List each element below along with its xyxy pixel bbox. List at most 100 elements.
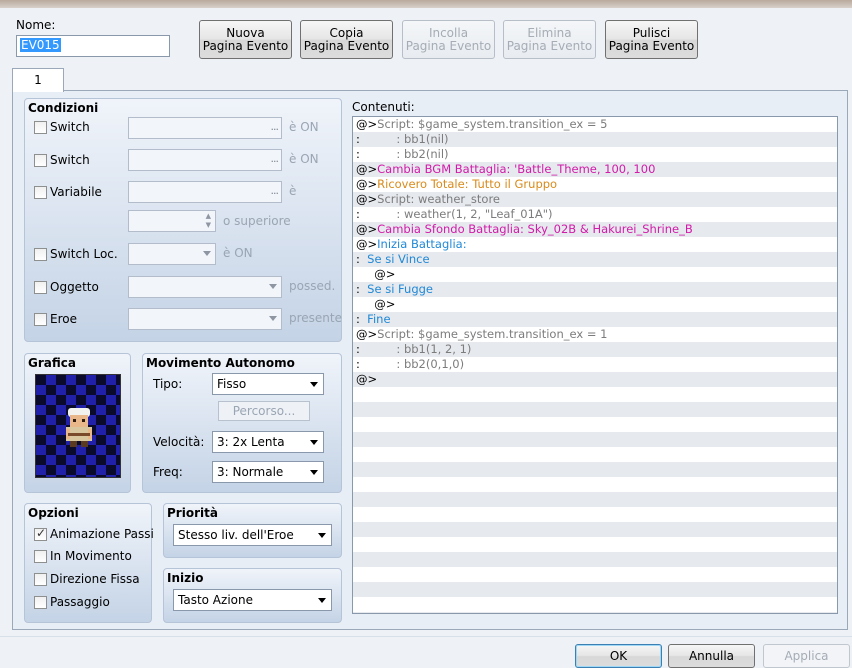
command-text: Fine [359,312,391,326]
through-checkbox[interactable] [34,596,47,609]
conditions-title: Condizioni [28,101,99,115]
command-row[interactable]: : : bb1(1, 2, 1) [353,342,837,357]
command-row[interactable]: : : bb1(nil) [353,132,837,147]
variable-checkbox[interactable] [34,186,47,199]
ok-button[interactable]: OK [575,644,662,668]
type-label: Tipo: [153,377,183,391]
trigger-title: Inizio [167,571,204,585]
empty-row [353,612,837,613]
command-row[interactable]: : : weather(1, 2, "Leaf_01A") [353,207,837,222]
route-button[interactable]: Percorso... [218,401,310,421]
command-row[interactable]: @>Script: weather_store [353,192,837,207]
event-commands-list[interactable]: @>Script: $game_system.transition_ex = 5… [352,116,838,614]
command-row[interactable]: @>Cambia Sfondo Battaglia: Sky_02B & Hak… [353,222,837,237]
command-text: @> [356,267,396,281]
options-title: Opzioni [28,506,79,520]
type-select[interactable]: Fisso [212,373,324,395]
walk-anim-label: Animazione Passi [50,527,154,541]
direction-fix-checkbox[interactable] [34,573,47,586]
trigger-select[interactable]: Tasto Azione [173,589,332,611]
self-switch-checkbox[interactable] [34,248,47,261]
tab-page-1[interactable]: 1 [12,68,64,92]
trigger-value: Tasto Azione [178,593,253,607]
self-switch-combo[interactable] [128,243,216,265]
command-row[interactable]: : : bb2(0,1,0) [353,357,837,372]
chevron-down-icon [269,316,277,321]
name-label: Nome: [16,18,56,32]
empty-row [353,417,837,432]
clear-page-button[interactable]: Pulisci Pagina Evento [605,20,698,59]
command-row[interactable]: @>Ricovero Totale: Tutto il Gruppo [353,177,837,192]
through-label: Passaggio [50,595,110,609]
walk-anim-checkbox[interactable] [34,526,47,541]
switch2-checkbox[interactable] [34,154,47,167]
item-checkbox[interactable] [34,281,47,294]
empty-row [353,447,837,462]
command-text: Cambia Sfondo Battaglia: Sky_02B & Hakur… [377,222,693,236]
command-row[interactable]: : Fine [353,312,837,327]
command-text: Script: weather_store [377,192,500,206]
variable-dots: ... [270,184,279,197]
empty-row [353,507,837,522]
actor-combo[interactable] [128,308,282,330]
command-prefix: @> [356,327,378,341]
empty-row [353,582,837,597]
variable-suffix: è [289,184,297,198]
copy-page-label1: Copia [329,26,364,40]
speed-select[interactable]: 3: 2x Lenta [212,431,324,453]
copy-page-label2: Pagina Evento [303,39,390,53]
command-row[interactable]: @>Cambia BGM Battaglia: 'Battle_Theme, 1… [353,162,837,177]
freq-label: Freq: [153,465,183,479]
priority-select[interactable]: Stesso liv. dell'Eroe [173,524,332,546]
direction-fix-label: Direzione Fissa [50,572,140,586]
paste-page-label1: Incolla [428,26,469,40]
step-anim-checkbox[interactable] [34,550,47,563]
empty-row [353,477,837,492]
empty-row [353,552,837,567]
command-text: Script: $game_system.transition_ex = 1 [377,327,608,341]
paste-page-button[interactable]: Incolla Pagina Evento [402,20,495,59]
event-graphic-preview[interactable] [35,374,121,478]
empty-row [353,597,837,612]
freq-select[interactable]: 3: Normale [212,461,324,483]
command-prefix: @> [356,237,378,251]
delete-page-button[interactable]: Elimina Pagina Evento [503,20,596,59]
chevron-down-icon [269,284,277,289]
empty-row [353,537,837,552]
command-row[interactable]: : Se si Fugge [353,282,837,297]
item-combo[interactable] [128,276,282,298]
command-row[interactable]: @>Inizia Battaglia: [353,237,837,252]
apply-button[interactable]: Applica [763,644,850,668]
stepper-up-icon[interactable]: ▲ [206,212,211,220]
command-row[interactable]: @>Script: $game_system.transition_ex = 5 [353,117,837,132]
stepper-down-icon[interactable]: ▼ [206,221,211,229]
command-prefix: @> [356,117,378,131]
delete-page-label1: Elimina [527,26,572,40]
command-text: Se si Vince [359,252,430,266]
copy-page-button[interactable]: Copia Pagina Evento [300,20,393,59]
variable-label: Variabile [50,185,102,199]
variable-value-stepper[interactable]: ▲ ▼ [128,210,216,232]
switch1-field[interactable]: ... [128,117,282,139]
step-anim-label: In Movimento [50,549,132,563]
command-row[interactable]: @>Script: $game_system.transition_ex = 1 [353,327,837,342]
command-text: : bb1(1, 2, 1) [359,342,472,356]
command-row[interactable]: @> [353,267,837,282]
new-page-button[interactable]: Nuova Pagina Evento [199,20,292,59]
command-row[interactable]: @> [353,297,837,312]
command-text: Cambia BGM Battaglia: 'Battle_Theme, 100… [377,162,656,176]
command-text: : bb2(0,1,0) [359,357,465,371]
command-row[interactable]: @> [353,372,837,387]
switch1-checkbox[interactable] [34,121,47,134]
command-row[interactable]: : Se si Vince [353,252,837,267]
command-text: @> [356,297,396,311]
variable-field[interactable]: ... [128,181,282,203]
name-input[interactable]: EV015 [16,35,170,57]
character-sprite-icon [66,408,92,447]
command-row[interactable]: : : bb2(nil) [353,147,837,162]
actor-checkbox[interactable] [34,313,47,326]
switch1-dots: ... [270,120,279,133]
cancel-button[interactable]: Annulla [668,644,755,668]
command-text: : weather(1, 2, "Leaf_01A") [359,207,553,221]
switch2-field[interactable]: ... [128,149,282,171]
